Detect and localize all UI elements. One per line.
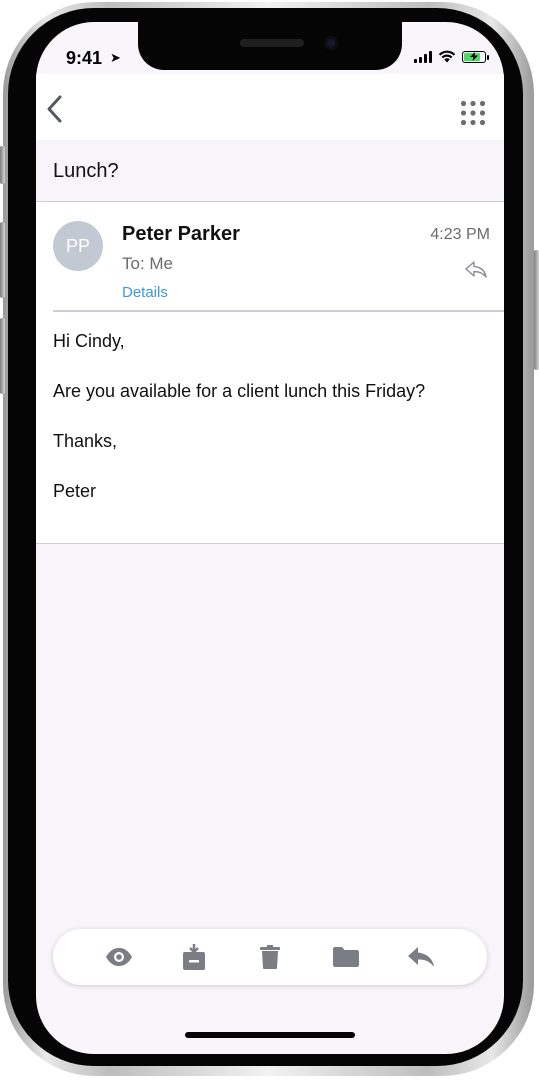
chevron-left-icon xyxy=(47,95,62,123)
header-divider xyxy=(53,310,504,312)
archive-icon xyxy=(183,944,206,970)
mute-switch xyxy=(0,146,5,184)
reply-button[interactable] xyxy=(406,942,436,972)
cellular-signal-icon xyxy=(414,50,432,63)
phone-device: 9:41 ➤ Lunch? PP Peter Parker To: Me Det… xyxy=(0,0,539,1080)
avatar: PP xyxy=(53,221,103,271)
body-closing: Thanks, xyxy=(53,431,118,451)
reply-icon xyxy=(408,947,435,967)
body-message: Are you available for a client lunch thi… xyxy=(53,381,426,401)
eye-icon xyxy=(105,948,132,966)
email-subject: Lunch? xyxy=(53,160,119,182)
recipient-line: To: Me xyxy=(122,254,174,273)
navigation-bar xyxy=(36,74,504,140)
action-toolbar xyxy=(53,929,487,985)
charging-bolt-icon xyxy=(470,52,478,61)
status-indicators xyxy=(414,50,489,63)
volume-up-button xyxy=(0,222,5,298)
delete-button[interactable] xyxy=(255,942,285,972)
apps-menu-button[interactable] xyxy=(460,100,486,126)
email-message: PP Peter Parker To: Me Details 4:23 PM H… xyxy=(36,202,504,544)
subject-bar: Lunch? xyxy=(36,140,504,202)
home-indicator[interactable] xyxy=(185,1032,355,1038)
archive-button[interactable] xyxy=(179,942,209,972)
power-button xyxy=(534,250,539,370)
volume-down-button xyxy=(0,318,5,394)
speaker-grille xyxy=(240,39,304,47)
location-icon: ➤ xyxy=(110,50,121,65)
folder-icon xyxy=(332,947,359,967)
quick-reply-button[interactable] xyxy=(464,258,488,280)
move-to-folder-button[interactable] xyxy=(331,942,361,972)
grid-dots-icon xyxy=(460,100,486,126)
back-button[interactable] xyxy=(42,94,68,124)
front-camera xyxy=(324,36,338,50)
trash-icon xyxy=(259,945,280,969)
details-link[interactable]: Details xyxy=(122,284,168,301)
battery-icon xyxy=(462,50,489,63)
wifi-icon xyxy=(438,50,456,63)
sender-name: Peter Parker xyxy=(122,223,240,245)
screen: 9:41 ➤ Lunch? PP Peter Parker To: Me Det… xyxy=(36,22,504,1054)
body-greeting: Hi Cindy, xyxy=(53,331,125,351)
notch xyxy=(138,22,402,70)
email-body: Hi Cindy, Are you available for a client… xyxy=(53,330,493,530)
mark-read-button[interactable] xyxy=(104,942,134,972)
status-time: 9:41 xyxy=(66,48,103,68)
email-time: 4:23 PM xyxy=(430,226,490,243)
reply-outline-icon xyxy=(465,261,487,278)
body-signature: Peter xyxy=(53,481,97,501)
